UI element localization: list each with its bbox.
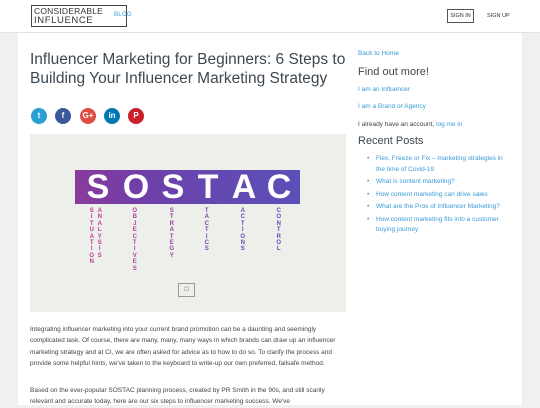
twitter-icon[interactable]: t [31, 108, 47, 124]
recent-post-link[interactable]: • How content marketing can drive sales [367, 190, 507, 201]
top-navigation-bar: CONSIDERABLE INFLUENCE BLOG SIGN IN SIGN… [0, 0, 540, 33]
considerable-influence-logo[interactable]: CONSIDERABLE INFLUENCE [31, 5, 127, 27]
google-plus-icon[interactable]: G+ [80, 108, 96, 124]
recent-posts-heading: Recent Posts [358, 135, 424, 147]
bullet-icon: • [367, 190, 370, 198]
sostac-hero-image: S O S T A C S I T U A T I O N A N A L Y … [30, 134, 346, 312]
recent-post-title[interactable]: What are the Pros of Influencer Marketin… [376, 203, 500, 210]
sostac-word-analysis: A N A L Y S I S [97, 208, 103, 259]
sostac-letter-s1: S [86, 168, 110, 206]
sign-in-button[interactable]: SIGN IN [447, 9, 474, 23]
sostac-word-objectives: O B J E C T I V E S [132, 208, 138, 272]
sign-up-link[interactable]: SIGN UP [487, 13, 510, 19]
ci-watermark-logo: CI [178, 283, 195, 297]
logo-line-2: INFLUENCE [34, 15, 94, 26]
bullet-icon: • [367, 178, 370, 185]
bullet-icon: • [367, 203, 370, 210]
recent-post-link[interactable]: • How content marketing fits into a custo… [367, 215, 507, 236]
article-paragraph: Based on the ever-popular SOSTAC plannin… [30, 387, 325, 406]
back-to-home-link[interactable]: Back to Home [358, 50, 399, 57]
influencer-link[interactable]: I am an Influencer [358, 86, 410, 93]
sostac-word-situation: S I T U A T I O N [89, 208, 95, 266]
recent-post-link[interactable]: • What is content marketing? [367, 177, 507, 188]
find-out-more-heading: Find out more! [358, 66, 429, 78]
recent-post-link[interactable]: • Flex, Freeze or Fix – marketing strateg… [367, 154, 507, 175]
recent-post-title[interactable]: How content marketing can drive sales [376, 191, 488, 198]
facebook-icon[interactable]: f [55, 108, 71, 124]
recent-posts-list: • Flex, Freeze or Fix – marketing strateg… [367, 154, 507, 238]
recent-post-link[interactable]: • What are the Pros of Influencer Marketi… [367, 202, 507, 213]
sostac-letter-a: A [231, 168, 257, 206]
brand-agency-link[interactable]: I am a Brand or Agency [358, 103, 426, 110]
pinterest-icon[interactable]: P [128, 108, 144, 124]
bullet-icon: • [367, 215, 370, 223]
login-link[interactable]: log me in [436, 121, 462, 128]
recent-post-title[interactable]: How content marketing fits into a custom… [376, 216, 499, 234]
sostac-letter-s2: S [161, 168, 185, 206]
account-text: I already have an account, log me in [358, 121, 462, 128]
nav-blog-link[interactable]: BLOG [114, 12, 132, 18]
bullet-icon: • [367, 155, 370, 162]
sostac-letter-o: O [122, 168, 150, 206]
linkedin-icon[interactable]: in [104, 108, 120, 124]
recent-post-title[interactable]: What is content marketing? [376, 178, 455, 185]
recent-post-title[interactable]: Flex, Freeze or Fix – marketing strategi… [376, 155, 503, 173]
sostac-word-tactics: T A C T I C S [204, 208, 210, 253]
sostac-word-strategy: S T R A T E G Y [169, 208, 175, 259]
sostac-letter-c: C [266, 168, 292, 206]
article-paragraph: Integrating influencer marketing into yo… [30, 326, 336, 368]
sostac-word-control: C O N T R O L [276, 208, 282, 253]
account-text-label: I already have an account, [358, 121, 435, 128]
sostac-letter-t: T [197, 168, 219, 206]
article-title: Influencer Marketing for Beginners: 6 St… [30, 51, 346, 87]
sostac-word-actions: A C T I O N S [240, 208, 246, 253]
